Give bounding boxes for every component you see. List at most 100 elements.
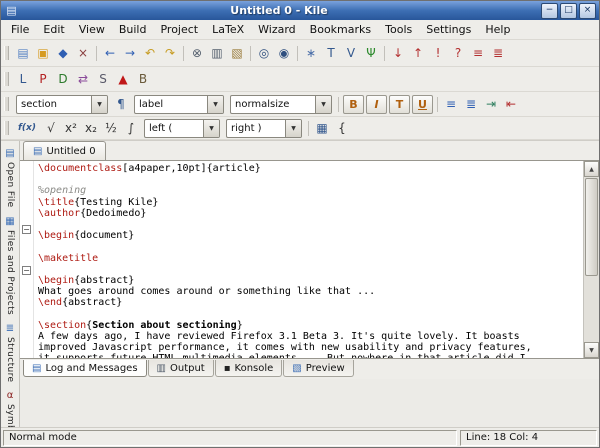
code-line[interactable]: [38, 264, 583, 275]
close-document-icon[interactable]: ×: [74, 44, 92, 62]
minimize-button[interactable]: −: [541, 3, 558, 19]
menu-item-file[interactable]: File: [4, 21, 36, 38]
menu-item-view[interactable]: View: [72, 21, 112, 38]
sidebar-tab-files-and-projects[interactable]: ▦Files and Projects: [5, 212, 15, 319]
indent-less-icon[interactable]: ⇤: [502, 95, 520, 113]
code-line[interactable]: What goes around comes around or somethi…: [38, 286, 583, 297]
chevron-down-icon[interactable]: ▼: [207, 96, 223, 113]
code-line[interactable]: improved Javascript performance, it come…: [38, 342, 583, 353]
code-line[interactable]: %opening: [38, 185, 583, 196]
subscript-icon[interactable]: x₂: [82, 119, 100, 137]
square-root-icon[interactable]: √: [42, 119, 60, 137]
code-line[interactable]: \section{Section about sectioning}: [38, 320, 583, 331]
code-line[interactable]: A few days ago, I have reviewed Firefox …: [38, 331, 583, 342]
menu-item-tools[interactable]: Tools: [378, 21, 419, 38]
latex-compile-icon[interactable]: T: [322, 44, 340, 62]
view-ps-icon[interactable]: S: [94, 70, 112, 88]
menu-item-edit[interactable]: Edit: [36, 21, 71, 38]
chevron-down-icon[interactable]: ▼: [285, 120, 301, 137]
forward-icon[interactable]: →: [121, 44, 139, 62]
next-error-icon[interactable]: ↓: [389, 44, 407, 62]
itemize-icon[interactable]: ≡: [442, 95, 460, 113]
sidebar-tab-open-file[interactable]: ▤Open File: [5, 144, 15, 212]
right-delimiter-combo[interactable]: right )▼: [226, 119, 302, 138]
enumerate-icon[interactable]: ≣: [462, 95, 480, 113]
toolbar-handle[interactable]: [4, 121, 9, 135]
chevron-down-icon[interactable]: ▼: [203, 120, 219, 137]
code-line[interactable]: \end{abstract}: [38, 297, 583, 308]
menu-item-project[interactable]: Project: [153, 21, 205, 38]
code-text[interactable]: \documentclass[a4paper,10pt]{article} %op…: [34, 161, 583, 358]
sidebar-tab-structure[interactable]: ≣Structure: [5, 319, 15, 386]
pdflatex-icon[interactable]: P: [34, 70, 52, 88]
scrollbar-track[interactable]: [584, 177, 599, 342]
menu-item-build[interactable]: Build: [112, 21, 154, 38]
redo-icon[interactable]: ↷: [161, 44, 179, 62]
messages-list-icon[interactable]: ≣: [489, 44, 507, 62]
code-line[interactable]: [38, 241, 583, 252]
maximize-button[interactable]: □: [560, 3, 577, 19]
section-combo[interactable]: section▼: [16, 95, 108, 114]
bottom-tab-preview[interactable]: ▧Preview: [283, 360, 353, 377]
menu-item-bookmarks[interactable]: Bookmarks: [303, 21, 378, 38]
copy-icon[interactable]: ▥: [208, 44, 226, 62]
size-combo[interactable]: normalsize▼: [230, 95, 332, 114]
log-list-icon[interactable]: ≡: [469, 44, 487, 62]
code-line[interactable]: \begin{document}: [38, 230, 583, 241]
code-area[interactable]: − − \documentclass[a4paper,10pt]{article}…: [20, 161, 583, 358]
question-icon[interactable]: ?: [449, 44, 467, 62]
code-line[interactable]: \title{Testing Kile}: [38, 197, 583, 208]
new-document-icon[interactable]: ▤: [14, 44, 32, 62]
view-pdf-icon[interactable]: ▲: [114, 70, 132, 88]
code-line[interactable]: \author{Dedoimedo}: [38, 208, 583, 219]
bottom-tab-log-and-messages[interactable]: ▤Log and Messages: [23, 360, 147, 377]
bold-button[interactable]: B: [343, 95, 364, 114]
menu-item-help[interactable]: Help: [478, 21, 517, 38]
code-line[interactable]: [38, 219, 583, 230]
vertical-scrollbar[interactable]: ▲ ▼: [583, 161, 599, 358]
titlebar[interactable]: ▤ Untitled 0 - Kile −□×: [1, 1, 599, 20]
fold-marker-icon[interactable]: −: [22, 225, 31, 234]
typewriter-button[interactable]: T: [389, 95, 410, 114]
bottom-tab-output[interactable]: ▥Output: [148, 360, 214, 377]
chevron-down-icon[interactable]: ▼: [315, 96, 331, 113]
close-button[interactable]: ×: [579, 3, 596, 19]
code-line[interactable]: \maketitle: [38, 253, 583, 264]
integral-icon[interactable]: ∫: [122, 119, 140, 137]
latex-icon[interactable]: L: [14, 70, 32, 88]
italic-button[interactable]: I: [366, 95, 387, 114]
label-combo[interactable]: label▼: [134, 95, 224, 114]
scroll-down-icon[interactable]: ▼: [584, 342, 599, 358]
toolbar-handle[interactable]: [4, 72, 9, 86]
code-line[interactable]: \documentclass[a4paper,10pt]{article}: [38, 163, 583, 174]
paragraph-icon[interactable]: ¶: [112, 95, 130, 113]
find-icon[interactable]: ◎: [255, 44, 273, 62]
toolbar-handle[interactable]: [4, 46, 9, 60]
menu-item-latex[interactable]: LaTeX: [205, 21, 251, 38]
code-line[interactable]: [38, 174, 583, 185]
structure-view-icon[interactable]: Ψ: [362, 44, 380, 62]
quickbuild-icon[interactable]: ∗: [302, 44, 320, 62]
back-icon[interactable]: ←: [101, 44, 119, 62]
fold-marker-icon[interactable]: −: [22, 266, 31, 275]
code-line[interactable]: \begin{abstract}: [38, 275, 583, 286]
view-dvi-icon[interactable]: D: [54, 70, 72, 88]
matrix-icon[interactable]: ▦: [313, 119, 331, 137]
undo-icon[interactable]: ↶: [141, 44, 159, 62]
cut-icon[interactable]: ⊗: [188, 44, 206, 62]
menu-item-settings[interactable]: Settings: [419, 21, 478, 38]
left-delimiter-combo[interactable]: left (▼: [144, 119, 220, 138]
menu-item-wizard[interactable]: Wizard: [251, 21, 303, 38]
cases-icon[interactable]: {: [333, 119, 351, 137]
bottom-tab-konsole[interactable]: ▪Konsole: [215, 360, 283, 377]
fraction-icon[interactable]: ½: [102, 119, 120, 137]
find-next-icon[interactable]: ◉: [275, 44, 293, 62]
bibtex-icon[interactable]: B: [134, 70, 152, 88]
editor-tab-untitled-0[interactable]: ▤ Untitled 0: [23, 141, 106, 160]
previous-error-icon[interactable]: ↑: [409, 44, 427, 62]
warning-icon[interactable]: !: [429, 44, 447, 62]
scrollbar-thumb[interactable]: [585, 178, 598, 276]
math-function-icon[interactable]: f(x): [14, 119, 40, 137]
chevron-down-icon[interactable]: ▼: [91, 96, 107, 113]
toolbar-handle[interactable]: [4, 97, 9, 111]
